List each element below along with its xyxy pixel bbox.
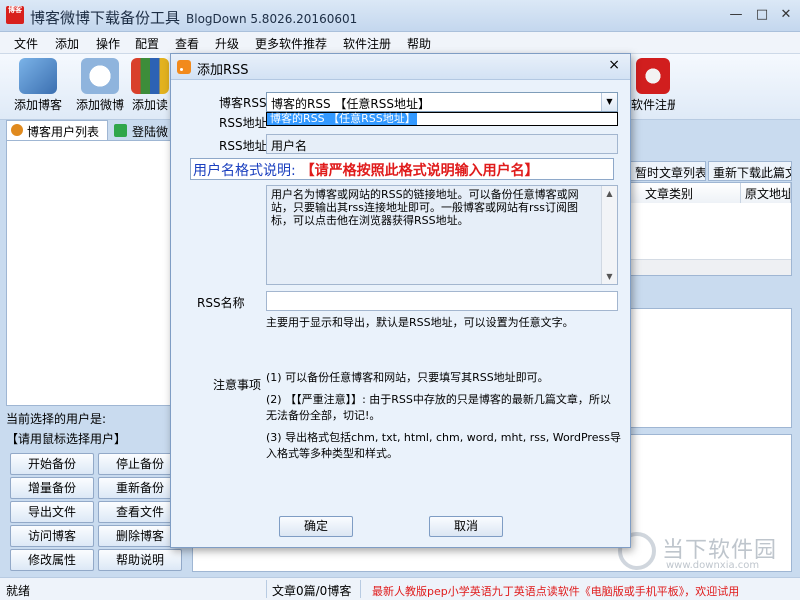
title-bar: 博客 博客微博下载备份工具 BlogDown 5.8026.20160601 — …	[0, 0, 800, 32]
tab-redownload-article[interactable]: 重新下载此篇文	[708, 161, 792, 181]
menu-register[interactable]: 软件注册	[343, 35, 391, 52]
add-blog-button[interactable]: 添加博客	[8, 58, 68, 118]
incremental-backup-button[interactable]: 增量备份	[10, 477, 94, 499]
format-note-emphasis: 【请严格按照此格式说明输入用户名】	[300, 163, 539, 179]
register-label: 软件注册	[631, 98, 675, 112]
app-logo-icon: 博客	[6, 6, 24, 24]
window-title: 博客微博下载备份工具 BlogDown 5.8026.20160601	[30, 7, 357, 28]
books-icon	[131, 58, 169, 94]
user-icon	[11, 124, 23, 136]
rss-url-label-2: RSS地址	[219, 139, 267, 153]
vertical-scrollbar[interactable]: ▲ ▼	[601, 186, 617, 284]
status-bar: 就绪 文章0篇/0博客 最新人教版pep小学英语九丁英语点读软件《电脑版或手机平…	[0, 577, 800, 600]
help-button[interactable]: 帮助说明	[98, 549, 182, 571]
note-2: (2) 【【严重注意】】: 由于RSS中存放的只是博客的最新几篇文章，所以无法备…	[266, 393, 611, 422]
chevron-down-icon[interactable]: ▼	[601, 93, 617, 111]
rss-name-input[interactable]	[266, 291, 618, 311]
status-divider	[266, 580, 267, 598]
rss-url-label: RSS地址	[219, 116, 267, 130]
horizontal-scrollbar[interactable]	[631, 259, 791, 275]
maximize-button[interactable]: □	[752, 6, 772, 24]
menu-file[interactable]: 文件	[14, 35, 38, 52]
app-name: 博客微博下载备份工具	[30, 9, 181, 27]
menu-config[interactable]: 配置	[135, 35, 159, 52]
start-backup-button[interactable]: 开始备份	[10, 453, 94, 475]
add-rss-dialog: 添加RSS × 博客RSS 博客的RSS 【任意RSS地址】 ▼ 博客的RSS …	[170, 53, 631, 548]
rss-name-description: 主要用于显示和导出，默认是RSS地址，可以设置为任意文字。	[266, 316, 574, 329]
rss-icon	[177, 60, 191, 74]
rss-name-label: RSS名称	[197, 296, 245, 310]
note-3: (3) 导出格式包括chm, txt, html, chm, word, mht…	[266, 431, 621, 460]
tab-login-weibo-label: 登陆微	[132, 125, 169, 139]
column-source-url[interactable]: 原文地址	[741, 183, 791, 203]
blog-type-option[interactable]: 博客的RSS 【任意RSS地址】	[267, 113, 417, 125]
note-1: (1) 可以备份任意博客和网站，只要填写其RSS地址即可。	[266, 371, 549, 384]
help-text-content: 用户名为博客或网站的RSS的链接地址。可以备份任意博客或网站，只要输出其rss连…	[271, 188, 579, 227]
app-version: BlogDown 5.8026.20160601	[186, 12, 358, 26]
watermark-url: www.downxia.com	[666, 560, 760, 571]
add-blog-label: 添加博客	[13, 98, 62, 112]
current-user-value: 【请用鼠标选择用户】	[6, 432, 127, 446]
menu-help[interactable]: 帮助	[407, 35, 431, 52]
tab-blog-user-list[interactable]: 博客用户列表	[6, 120, 108, 140]
export-file-button[interactable]: 导出文件	[10, 501, 94, 523]
dialog-close-button[interactable]: ×	[608, 57, 620, 73]
blog-user-list[interactable]	[6, 140, 186, 406]
menu-operate[interactable]: 操作	[96, 35, 120, 52]
tab-login-weibo[interactable]: 登陆微	[112, 122, 174, 140]
notes-label: 注意事项	[213, 378, 262, 392]
status-promo[interactable]: 最新人教版pep小学英语九丁英语点读软件《电脑版或手机平板》，欢迎试用	[372, 583, 739, 599]
menu-view[interactable]: 查看	[175, 35, 199, 52]
coffee-cup-icon	[81, 58, 119, 94]
dialog-title-bar: 添加RSS ×	[171, 54, 630, 80]
red-phone-icon	[636, 58, 670, 94]
username-field[interactable]: 用户名	[266, 134, 618, 154]
add-weibo-label: 添加微博	[75, 98, 124, 112]
blog-type-select[interactable]: 博客的RSS 【任意RSS地址】 ▼	[266, 92, 618, 112]
blog-type-select-value: 博客的RSS 【任意RSS地址】	[271, 97, 430, 111]
column-article-category[interactable]: 文章类别	[631, 183, 741, 203]
scroll-up-icon[interactable]: ▲	[602, 186, 617, 201]
minimize-button[interactable]: —	[726, 6, 746, 24]
add-reader-label: 添加读	[131, 98, 168, 112]
ok-button[interactable]: 确定	[279, 516, 353, 537]
current-user-label: 当前选择的用户是:	[6, 412, 107, 426]
username-help-text[interactable]: 用户名为博客或网站的RSS的链接地址。可以备份任意博客或网站，只要输出其rss连…	[266, 185, 618, 285]
article-table[interactable]: 文章类别 原文地址	[630, 182, 792, 276]
dialog-title: 添加RSS	[197, 63, 249, 78]
blog-rss-label: 博客RSS	[219, 96, 267, 110]
close-window-button[interactable]: ✕	[776, 6, 796, 24]
status-counts: 文章0篇/0博客	[272, 584, 352, 598]
login-icon	[114, 124, 127, 137]
format-note-prefix: 用户名格式说明:	[193, 163, 296, 179]
username-format-note: 用户名格式说明: 【请严格按照此格式说明输入用户名】	[190, 158, 614, 180]
menu-add[interactable]: 添加	[55, 35, 79, 52]
menu-upgrade[interactable]: 升级	[215, 35, 239, 52]
tab-timed-article-list[interactable]: 暂时文章列表	[630, 161, 706, 181]
status-divider	[360, 580, 361, 598]
menu-bar: 文件 添加 操作 配置 查看 升级 更多软件推荐 软件注册 帮助	[0, 32, 800, 54]
status-ready: 就绪	[6, 584, 31, 598]
cancel-button[interactable]: 取消	[429, 516, 503, 537]
visit-blog-button[interactable]: 访问博客	[10, 525, 94, 547]
watermark: 当下软件园 www.downxia.com	[618, 530, 788, 574]
add-reader-button[interactable]: 添加读	[130, 58, 170, 118]
edit-properties-button[interactable]: 修改属性	[10, 549, 94, 571]
add-weibo-button[interactable]: 添加微博	[70, 58, 130, 118]
blog-type-dropdown: 博客的RSS 【任意RSS地址】	[266, 112, 618, 126]
scroll-down-icon[interactable]: ▼	[602, 269, 617, 284]
blog-book-icon	[19, 58, 57, 94]
menu-more-software[interactable]: 更多软件推荐	[255, 35, 327, 52]
register-button[interactable]: 软件注册	[631, 58, 675, 118]
article-preview-pane	[630, 308, 792, 428]
tab-blog-user-list-label: 博客用户列表	[27, 125, 100, 139]
